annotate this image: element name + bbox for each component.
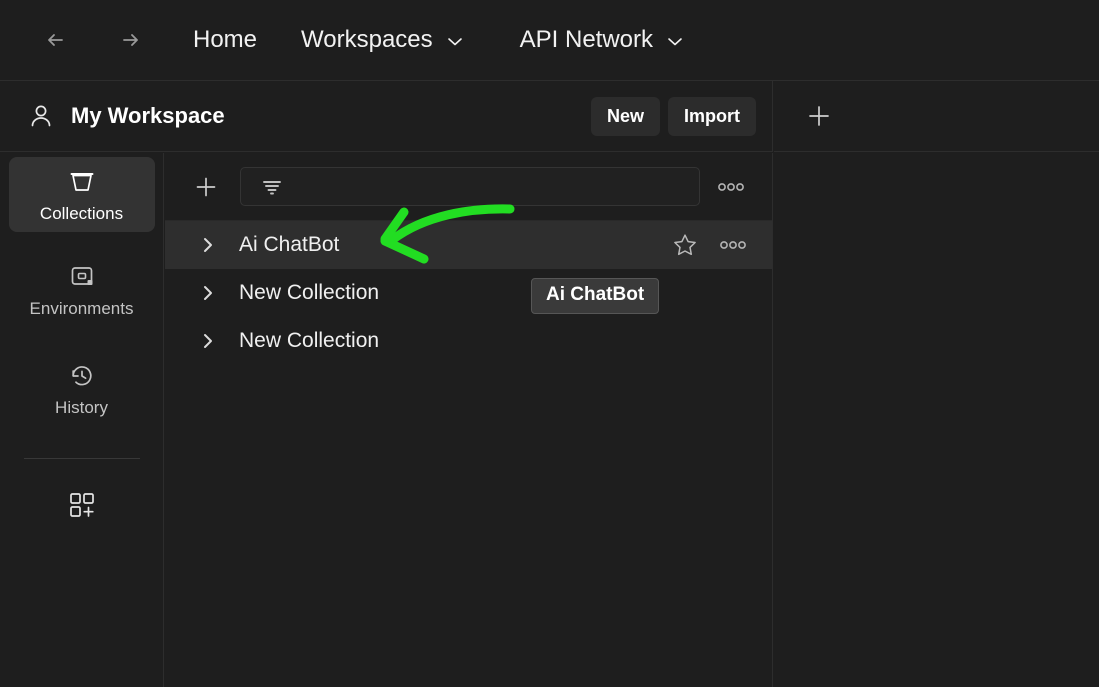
grid-plus-icon[interactable] — [60, 487, 104, 523]
app-window: Home Workspaces API Network — [0, 0, 1099, 687]
nav-home-label: Home — [193, 26, 257, 54]
left-rail: Collections Environments History — [0, 153, 164, 687]
right-content-pane — [774, 153, 1099, 687]
tooltip-ai-chatbot: Ai ChatBot — [531, 278, 659, 314]
collections-sidebar: Ai ChatBot — [165, 153, 773, 687]
sidebar-item-environments-label: Environments — [30, 299, 134, 319]
search-input[interactable] — [283, 178, 699, 196]
add-collection-button[interactable] — [191, 172, 221, 202]
collections-more-button[interactable] — [716, 181, 746, 193]
sidebar-item-collections-label: Collections — [40, 204, 123, 224]
sidebar-item-environments[interactable]: Environments — [9, 252, 155, 327]
collection-row-new-collection-2[interactable]: New Collection — [165, 317, 772, 365]
chevron-right-icon[interactable] — [201, 331, 219, 351]
nav-workspaces[interactable]: Workspaces — [301, 26, 464, 54]
collection-name: Ai ChatBot — [239, 233, 339, 257]
back-arrow-icon[interactable] — [34, 17, 80, 63]
collection-row-actions — [672, 232, 748, 258]
nav-api-network[interactable]: API Network — [520, 26, 684, 54]
import-button[interactable]: Import — [668, 97, 756, 136]
nav-api-network-label: API Network — [520, 26, 653, 54]
person-icon — [26, 101, 56, 131]
collections-icon — [67, 167, 97, 197]
star-icon[interactable] — [672, 232, 698, 258]
collections-toolbar — [165, 153, 772, 221]
workspace-header: My Workspace New Import — [0, 81, 773, 152]
forward-arrow-icon[interactable] — [106, 17, 152, 63]
history-icon — [68, 361, 96, 391]
chevron-down-icon — [666, 26, 684, 54]
collection-more-button[interactable] — [718, 239, 748, 251]
search-box[interactable] — [240, 167, 700, 206]
nav-workspaces-label: Workspaces — [301, 26, 433, 54]
filter-icon — [261, 177, 283, 197]
sidebar-item-collections[interactable]: Collections — [9, 157, 155, 232]
nav-home[interactable]: Home — [193, 26, 257, 54]
collection-name: New Collection — [239, 281, 379, 305]
chevron-right-icon[interactable] — [201, 235, 219, 255]
environments-icon — [68, 262, 96, 292]
sidebar-item-history[interactable]: History — [9, 351, 155, 426]
rail-divider — [24, 458, 140, 459]
collection-name: New Collection — [239, 329, 379, 353]
tab-bar — [774, 81, 1099, 152]
workspace-title: My Workspace — [71, 103, 225, 129]
top-navigation-bar: Home Workspaces API Network — [0, 0, 1099, 81]
new-button[interactable]: New — [591, 97, 660, 136]
add-tab-button[interactable] — [802, 99, 836, 133]
chevron-right-icon[interactable] — [201, 283, 219, 303]
chevron-down-icon — [446, 26, 464, 54]
collection-row-new-collection-1[interactable]: New Collection — [165, 269, 772, 317]
sidebar-item-history-label: History — [55, 398, 108, 418]
collection-row-ai-chatbot[interactable]: Ai ChatBot — [165, 221, 772, 269]
workspace-actions: New Import — [591, 97, 756, 136]
